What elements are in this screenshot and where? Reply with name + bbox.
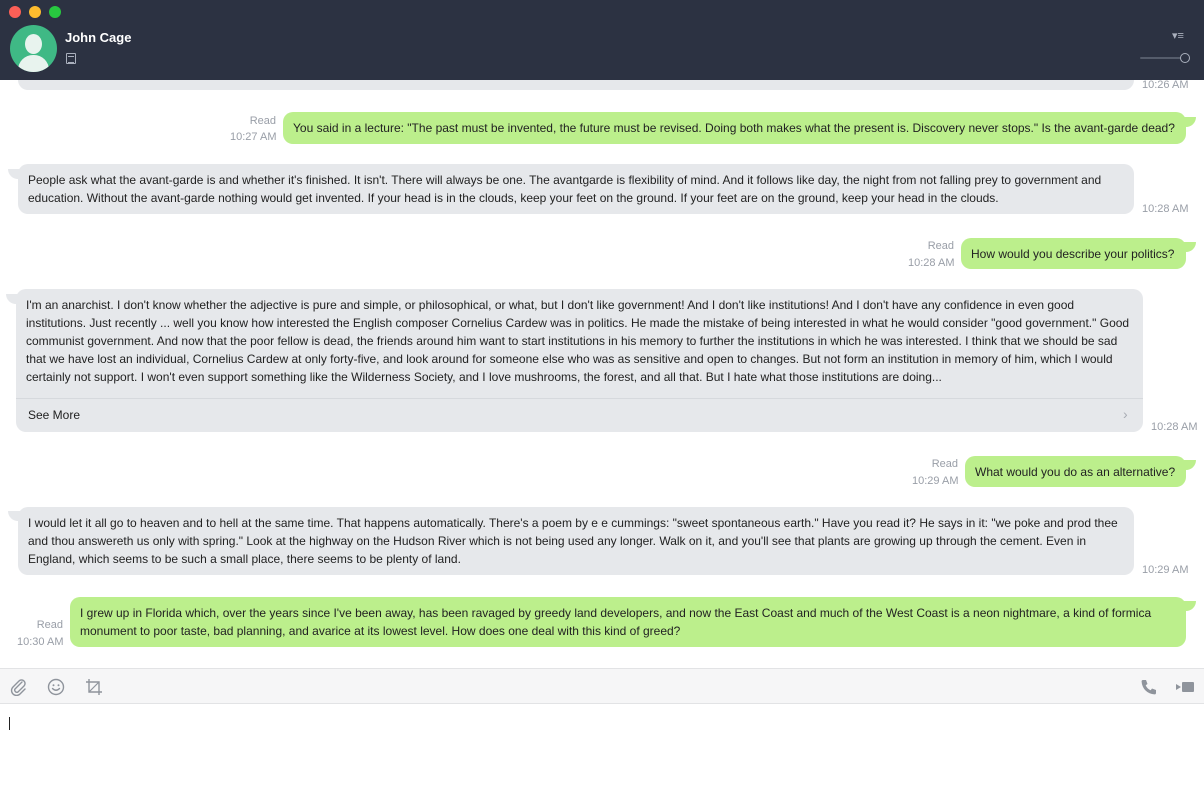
message-incoming[interactable]: People ask what the avant-garde is and w… bbox=[18, 164, 1134, 214]
avatar-body bbox=[18, 55, 49, 72]
read-receipt: Read bbox=[36, 619, 63, 631]
message-outgoing[interactable]: You said in a lecture: "The past must be… bbox=[283, 112, 1186, 144]
close-window-button[interactable] bbox=[9, 6, 21, 18]
message-incoming[interactable]: I'm an anarchist. I don't know whether t… bbox=[16, 289, 1143, 399]
message-time: 10:28 AM bbox=[1151, 421, 1198, 433]
phone-icon[interactable] bbox=[1140, 678, 1160, 696]
slider-knob[interactable] bbox=[1180, 53, 1190, 63]
text-caret bbox=[9, 717, 10, 730]
sort-lines-icon[interactable]: ▾≡ bbox=[1172, 30, 1184, 42]
crop-icon[interactable] bbox=[85, 678, 105, 696]
message-time: 10:28 AM bbox=[1142, 203, 1189, 215]
composer-toolbar bbox=[0, 668, 1204, 704]
minimize-window-button[interactable] bbox=[29, 6, 41, 18]
paperclip-icon[interactable] bbox=[10, 678, 30, 697]
message-input[interactable] bbox=[0, 705, 1204, 785]
message-incoming[interactable]: I would let it all go to heaven and to h… bbox=[18, 507, 1134, 575]
see-more-row[interactable]: See More › bbox=[16, 398, 1143, 432]
message-outgoing[interactable]: How would you describe your politics? bbox=[961, 238, 1186, 269]
see-more-link[interactable]: See More bbox=[28, 408, 80, 422]
message-outgoing[interactable]: What would you do as an alternative? bbox=[965, 456, 1186, 487]
message-outgoing[interactable]: I grew up in Florida which, over the yea… bbox=[70, 597, 1186, 647]
bubble-tail bbox=[1182, 601, 1196, 611]
read-receipt: Read bbox=[927, 240, 954, 252]
bubble-tail bbox=[1182, 460, 1196, 470]
avatar[interactable] bbox=[10, 25, 57, 72]
smiley-icon[interactable] bbox=[47, 678, 67, 696]
notes-icon[interactable] bbox=[66, 53, 76, 64]
avatar-head bbox=[25, 34, 42, 54]
bubble-tail bbox=[1182, 242, 1196, 252]
read-receipt: Read bbox=[931, 458, 958, 470]
read-receipt: Read bbox=[249, 115, 276, 127]
bubble-tail bbox=[1182, 117, 1196, 127]
message-time: 10:28 AM bbox=[908, 257, 955, 269]
message-time: 10:30 AM bbox=[17, 636, 64, 648]
contact-name[interactable]: John Cage bbox=[65, 30, 131, 45]
zoom-slider[interactable] bbox=[1140, 53, 1190, 63]
zoom-window-button[interactable] bbox=[49, 6, 61, 18]
message-time: 10:29 AM bbox=[912, 475, 959, 487]
message-time: 10:26 AM bbox=[1142, 79, 1189, 91]
title-bar: John Cage ▾≡ bbox=[0, 0, 1204, 80]
message-time: 10:27 AM bbox=[230, 131, 277, 143]
message-time: 10:29 AM bbox=[1142, 564, 1189, 576]
chevron-right-icon: › bbox=[1123, 406, 1128, 422]
video-camera-icon[interactable] bbox=[1175, 678, 1195, 696]
